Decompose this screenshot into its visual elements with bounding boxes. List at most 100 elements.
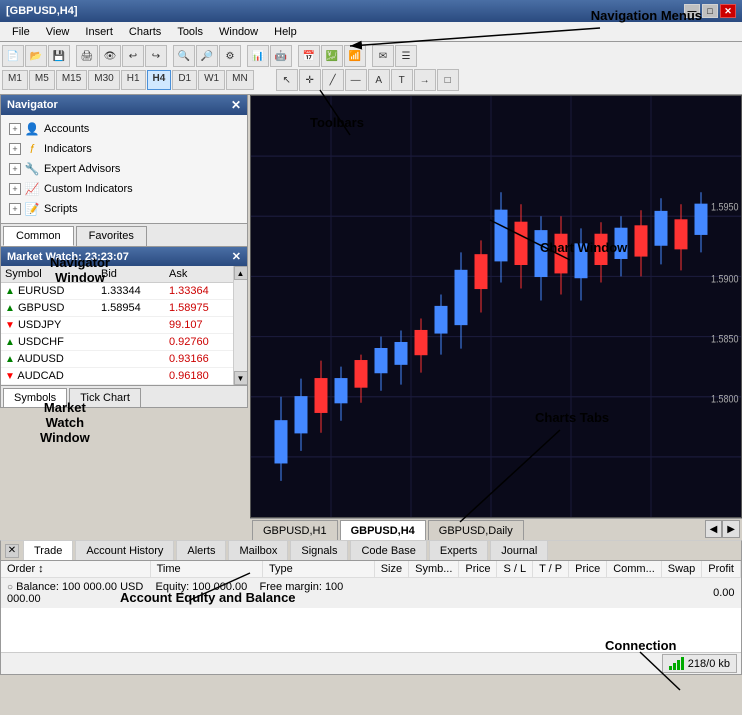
zoom-out-button[interactable]: 🔎 xyxy=(196,45,218,67)
mw-row-usdchf[interactable]: ▲ USDCHF 0.92760 xyxy=(1,334,233,351)
hline-button[interactable]: — xyxy=(345,69,367,91)
nav-item-indicators[interactable]: + 𝑓 Indicators xyxy=(5,139,243,159)
toolbar-area: 📄 📂 💾 🖨 👁 ↩ ↪ 🔍 🔎 ⚙ 📊 🤖 📅 💹 📶 ✉ ☰ M1 M5 … xyxy=(0,42,742,95)
indicators-label: Indicators xyxy=(44,143,92,155)
mw-row-gbpusd[interactable]: ▲ GBPUSD 1.58954 1.58975 xyxy=(1,300,233,317)
mw-tab-tick-chart[interactable]: Tick Chart xyxy=(69,388,141,407)
terminal-tab-account-history[interactable]: Account History xyxy=(75,540,174,560)
svg-text:1.5800: 1.5800 xyxy=(711,394,739,406)
expand-accounts-icon[interactable]: + xyxy=(9,123,21,135)
mw-tab-symbols[interactable]: Symbols xyxy=(3,388,67,407)
nav-item-scripts[interactable]: + 📝 Scripts xyxy=(5,199,243,219)
open-button[interactable]: 📂 xyxy=(25,45,47,67)
market-button[interactable]: 💹 xyxy=(321,45,343,67)
text-button[interactable]: A xyxy=(368,69,390,91)
cursor-button[interactable]: ↖ xyxy=(276,69,298,91)
undo-button[interactable]: ↩ xyxy=(122,45,144,67)
navigator-close-button[interactable]: ✕ xyxy=(231,98,241,112)
arrow-button[interactable]: → xyxy=(414,69,436,91)
mw-row-eurusd[interactable]: ▲ EURUSD 1.33344 1.33364 xyxy=(1,283,233,300)
terminal-tab-code-base[interactable]: Code Base xyxy=(350,540,426,560)
maximize-button[interactable]: □ xyxy=(702,4,718,18)
menu-window[interactable]: Window xyxy=(211,24,266,40)
nav-item-custom-indicators[interactable]: + 📈 Custom Indicators xyxy=(5,179,243,199)
chart-area[interactable]: 1.5950 1.5900 1.5850 1.5800 xyxy=(250,95,742,518)
market-watch-tabs: Symbols Tick Chart xyxy=(1,385,247,407)
scroll-down-button[interactable]: ▼ xyxy=(234,371,248,385)
th-profit: Profit xyxy=(702,561,741,578)
timeframe-m15[interactable]: M15 xyxy=(56,70,87,90)
expand-custom-icon[interactable]: + xyxy=(9,183,21,195)
menu-view[interactable]: View xyxy=(38,24,78,40)
chart-settings-button[interactable]: ⚙ xyxy=(219,45,241,67)
scroll-up-button[interactable]: ▲ xyxy=(234,266,248,280)
connection-text: 218/0 kb xyxy=(688,658,730,670)
custom-indicators-label: Custom Indicators xyxy=(44,183,133,195)
chart-tab-prev-button[interactable]: ◀ xyxy=(705,520,723,538)
menu-file[interactable]: File xyxy=(4,24,38,40)
options-button[interactable]: ☰ xyxy=(395,45,417,67)
signal-button[interactable]: 📶 xyxy=(344,45,366,67)
expand-indicators-icon[interactable]: + xyxy=(9,143,21,155)
market-watch-close-button[interactable]: ✕ xyxy=(232,250,241,263)
nav-tab-common[interactable]: Common xyxy=(3,226,74,246)
chart-tab-gbpusd-daily[interactable]: GBPUSD,Daily xyxy=(428,520,524,540)
timeframe-mn[interactable]: MN xyxy=(226,70,254,90)
expert-advisors-icon: 🔧 xyxy=(24,161,40,177)
mw-row-usdjpy[interactable]: ▼ USDJPY 99.107 xyxy=(1,317,233,334)
terminal-tab-trade[interactable]: Trade xyxy=(23,540,73,560)
expand-experts-icon[interactable]: + xyxy=(9,163,21,175)
usdjpy-direction-icon: ▼ xyxy=(5,320,15,331)
mw-row-audcad[interactable]: ▼ AUDCAD 0.96180 xyxy=(1,368,233,385)
chart-canvas[interactable]: 1.5950 1.5900 1.5850 1.5800 xyxy=(251,96,741,517)
menu-help[interactable]: Help xyxy=(266,24,305,40)
timeframe-h1[interactable]: H1 xyxy=(121,70,146,90)
line-button[interactable]: ╱ xyxy=(322,69,344,91)
nav-item-accounts[interactable]: + 👤 Accounts xyxy=(5,119,243,139)
expert-button[interactable]: 🤖 xyxy=(270,45,292,67)
nav-item-expert-advisors[interactable]: + 🔧 Expert Advisors xyxy=(5,159,243,179)
terminal-tab-mailbox[interactable]: Mailbox xyxy=(228,540,288,560)
scripts-label: Scripts xyxy=(44,203,78,215)
chart-tab-next-button[interactable]: ▶ xyxy=(722,520,740,538)
calendar-button[interactable]: 📅 xyxy=(298,45,320,67)
timeframe-m1[interactable]: M1 xyxy=(2,70,28,90)
email-button[interactable]: ✉ xyxy=(372,45,394,67)
redo-button[interactable]: ↪ xyxy=(145,45,167,67)
th-swap: Swap xyxy=(661,561,702,578)
zoom-in-button[interactable]: 🔍 xyxy=(173,45,195,67)
timeframe-m5[interactable]: M5 xyxy=(29,70,55,90)
mw-row-audusd[interactable]: ▲ AUDUSD 0.93166 xyxy=(1,351,233,368)
expand-scripts-icon[interactable]: + xyxy=(9,203,21,215)
nav-tab-favorites[interactable]: Favorites xyxy=(76,226,147,246)
chart-tab-gbpusd-h4[interactable]: GBPUSD,H4 xyxy=(340,520,426,540)
print-preview-button[interactable]: 👁 xyxy=(99,45,121,67)
terminal-tab-signals[interactable]: Signals xyxy=(290,540,348,560)
terminal-orders-table: Order ↕ Time Type Size Symb... Price S /… xyxy=(1,561,741,608)
menu-tools[interactable]: Tools xyxy=(169,24,211,40)
terminal-tab-alerts[interactable]: Alerts xyxy=(176,540,226,560)
save-button[interactable]: 💾 xyxy=(48,45,70,67)
connection-indicator[interactable]: 218/0 kb xyxy=(662,654,737,673)
minimize-button[interactable]: — xyxy=(684,4,700,18)
market-watch-scrollbar[interactable]: ▲ ▼ xyxy=(233,266,247,385)
timeframe-d1[interactable]: D1 xyxy=(172,70,197,90)
terminal-close-button[interactable]: ✕ xyxy=(5,544,19,558)
new-chart-button[interactable]: 📄 xyxy=(2,45,24,67)
timeframe-m30[interactable]: M30 xyxy=(88,70,119,90)
window-title: [GBPUSD,H4] xyxy=(6,5,78,17)
crosshair-button[interactable]: ✛ xyxy=(299,69,321,91)
print-button[interactable]: 🖨 xyxy=(76,45,98,67)
terminal-tab-journal[interactable]: Journal xyxy=(490,540,548,560)
balance-text: ○ Balance: 100 000.00 USD Equity: 100 00… xyxy=(1,578,374,609)
timeframe-w1[interactable]: W1 xyxy=(198,70,225,90)
rect-button[interactable]: □ xyxy=(437,69,459,91)
menu-insert[interactable]: Insert xyxy=(77,24,121,40)
close-button[interactable]: ✕ xyxy=(720,4,736,18)
label-button[interactable]: T xyxy=(391,69,413,91)
indicator-button[interactable]: 📊 xyxy=(247,45,269,67)
menu-charts[interactable]: Charts xyxy=(121,24,169,40)
timeframe-h4[interactable]: H4 xyxy=(147,70,172,90)
chart-tab-gbpusd-h1[interactable]: GBPUSD,H1 xyxy=(252,520,338,540)
terminal-tab-experts[interactable]: Experts xyxy=(429,540,488,560)
